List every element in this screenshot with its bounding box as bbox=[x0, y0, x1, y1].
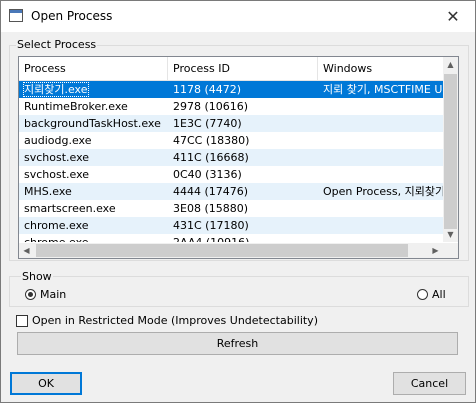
process-id-cell: 4444 (17476) bbox=[168, 183, 318, 200]
title-bar[interactable]: Open Process ✕ bbox=[1, 1, 475, 32]
process-id-cell-text: 3E08 (15880) bbox=[173, 202, 249, 215]
windows-cell-text: Open Process, 지뢰찾기 bbox=[323, 185, 443, 198]
refresh-button[interactable]: Refresh bbox=[17, 332, 458, 355]
radio-all-label: All bbox=[432, 288, 446, 301]
windows-cell-text: 지뢰 찾기, MSCTFIME UI bbox=[323, 83, 443, 96]
process-name-cell-text: audiodg.exe bbox=[24, 134, 92, 147]
process-id-cell-text: 2978 (10616) bbox=[173, 100, 249, 113]
windows-cell: 지뢰 찾기, MSCTFIME UI bbox=[318, 81, 443, 98]
process-id-cell-text: 431C (17180) bbox=[173, 219, 249, 232]
show-group bbox=[9, 276, 469, 307]
process-name-cell: chrome.exe bbox=[19, 234, 168, 242]
process-name-cell-text: RuntimeBroker.exe bbox=[24, 100, 128, 113]
process-id-cell: 1E3C (7740) bbox=[168, 115, 318, 132]
scroll-up-arrow-icon[interactable]: ▲ bbox=[443, 57, 458, 72]
restricted-mode-checkbox[interactable]: Open in Restricted Mode (Improves Undete… bbox=[16, 314, 318, 327]
windows-cell bbox=[318, 166, 443, 183]
ok-button[interactable]: OK bbox=[10, 372, 82, 395]
select-process-label: Select Process bbox=[16, 38, 98, 51]
horizontal-scrollbar[interactable]: ◀ ▶ bbox=[19, 243, 443, 258]
windows-cell bbox=[318, 149, 443, 166]
process-name-cell-text: smartscreen.exe bbox=[24, 202, 116, 215]
process-row[interactable]: audiodg.exe 47CC (18380) bbox=[19, 132, 443, 149]
process-name-cell: backgroundTaskHost.exe bbox=[19, 115, 168, 132]
process-id-cell-text: 411C (16668) bbox=[173, 151, 249, 164]
process-name-cell: svchost.exe bbox=[19, 149, 168, 166]
process-name-cell: MHS.exe bbox=[19, 183, 168, 200]
column-header-windows[interactable]: Windows bbox=[318, 57, 443, 80]
process-row[interactable]: smartscreen.exe 3E08 (15880) bbox=[19, 200, 443, 217]
windows-cell bbox=[318, 200, 443, 217]
process-row[interactable]: chrome.exe 431C (17180) bbox=[19, 217, 443, 234]
process-name-cell-text: svchost.exe bbox=[24, 151, 90, 164]
process-name-cell: smartscreen.exe bbox=[19, 200, 168, 217]
scrollbar-corner bbox=[443, 243, 458, 258]
column-header-process-id[interactable]: Process ID bbox=[168, 57, 318, 80]
process-name-cell-text: svchost.exe bbox=[24, 168, 90, 181]
process-id-cell: 431C (17180) bbox=[168, 217, 318, 234]
vertical-scroll-thumb[interactable] bbox=[444, 74, 457, 229]
process-name-cell: audiodg.exe bbox=[19, 132, 168, 149]
process-id-cell: 1178 (4472) bbox=[168, 81, 318, 98]
process-id-cell: 2AA4 (10916) bbox=[168, 234, 318, 242]
process-id-cell-text: 0C40 (3136) bbox=[173, 168, 242, 181]
process-row[interactable]: svchost.exe 0C40 (3136) bbox=[19, 166, 443, 183]
windows-cell bbox=[318, 234, 443, 242]
process-id-cell-text: 4444 (17476) bbox=[173, 185, 249, 198]
process-row[interactable]: chrome.exe 2AA4 (10916) bbox=[19, 234, 443, 242]
process-row[interactable]: MHS.exe 4444 (17476) Open Process, 지뢰찾기 bbox=[19, 183, 443, 200]
process-id-cell-text: 47CC (18380) bbox=[173, 134, 250, 147]
process-list: Process Process ID Windows 지뢰찾기.exe 1178 … bbox=[18, 56, 459, 259]
process-row[interactable]: 지뢰찾기.exe 1178 (4472) 지뢰 찾기, MSCTFIME UI bbox=[19, 81, 443, 98]
windows-cell bbox=[318, 98, 443, 115]
process-id-cell-text: 1178 (4472) bbox=[173, 83, 242, 96]
process-name-cell-text: chrome.exe bbox=[24, 219, 89, 232]
cancel-button[interactable]: Cancel bbox=[393, 372, 466, 395]
process-id-cell: 0C40 (3136) bbox=[168, 166, 318, 183]
windows-cell bbox=[318, 217, 443, 234]
process-id-cell-text: 1E3C (7740) bbox=[173, 117, 242, 130]
process-row[interactable]: backgroundTaskHost.exe 1E3C (7740) bbox=[19, 115, 443, 132]
process-name-cell: svchost.exe bbox=[19, 166, 168, 183]
process-name-cell: 지뢰찾기.exe bbox=[19, 81, 168, 98]
process-rows: 지뢰찾기.exe 1178 (4472) 지뢰 찾기, MSCTFIME UI Run… bbox=[19, 81, 443, 242]
process-name-cell-text: MHS.exe bbox=[24, 185, 72, 198]
process-id-cell: 2978 (10616) bbox=[168, 98, 318, 115]
process-name-cell-text: backgroundTaskHost.exe bbox=[24, 117, 161, 130]
restricted-mode-box[interactable] bbox=[16, 314, 28, 327]
radio-main-indicator[interactable] bbox=[25, 289, 36, 300]
process-name-cell-text: 지뢰찾기.exe bbox=[23, 82, 89, 97]
horizontal-scroll-thumb[interactable] bbox=[36, 244, 408, 257]
process-row[interactable]: svchost.exe 411C (16668) bbox=[19, 149, 443, 166]
scroll-right-arrow-icon[interactable]: ▶ bbox=[428, 243, 443, 258]
process-name-cell: RuntimeBroker.exe bbox=[19, 98, 168, 115]
show-label: Show bbox=[21, 270, 53, 283]
windows-cell bbox=[318, 115, 443, 132]
radio-main[interactable]: Main bbox=[25, 288, 66, 301]
app-window-icon bbox=[9, 9, 23, 22]
process-name-cell: chrome.exe bbox=[19, 217, 168, 234]
process-id-cell-text: 2AA4 (10916) bbox=[173, 236, 249, 242]
scroll-down-arrow-icon[interactable]: ▼ bbox=[443, 227, 458, 242]
process-id-cell: 3E08 (15880) bbox=[168, 200, 318, 217]
radio-all-indicator[interactable] bbox=[417, 289, 428, 300]
vertical-scrollbar[interactable]: ▲ ▼ bbox=[443, 57, 458, 242]
process-row[interactable]: RuntimeBroker.exe 2978 (10616) bbox=[19, 98, 443, 115]
windows-cell: Open Process, 지뢰찾기 bbox=[318, 183, 443, 200]
restricted-mode-label: Open in Restricted Mode (Improves Undete… bbox=[32, 314, 318, 327]
window-title: Open Process bbox=[31, 9, 113, 23]
radio-all[interactable]: All bbox=[417, 288, 446, 301]
column-header-process[interactable]: Process bbox=[19, 57, 168, 80]
close-button[interactable]: ✕ bbox=[431, 1, 475, 32]
radio-main-label: Main bbox=[40, 288, 67, 301]
list-header: Process Process ID Windows bbox=[19, 57, 443, 81]
process-id-cell: 47CC (18380) bbox=[168, 132, 318, 149]
windows-cell bbox=[318, 132, 443, 149]
process-id-cell: 411C (16668) bbox=[168, 149, 318, 166]
scroll-left-arrow-icon[interactable]: ◀ bbox=[19, 243, 34, 258]
process-name-cell-text: chrome.exe bbox=[24, 236, 89, 242]
